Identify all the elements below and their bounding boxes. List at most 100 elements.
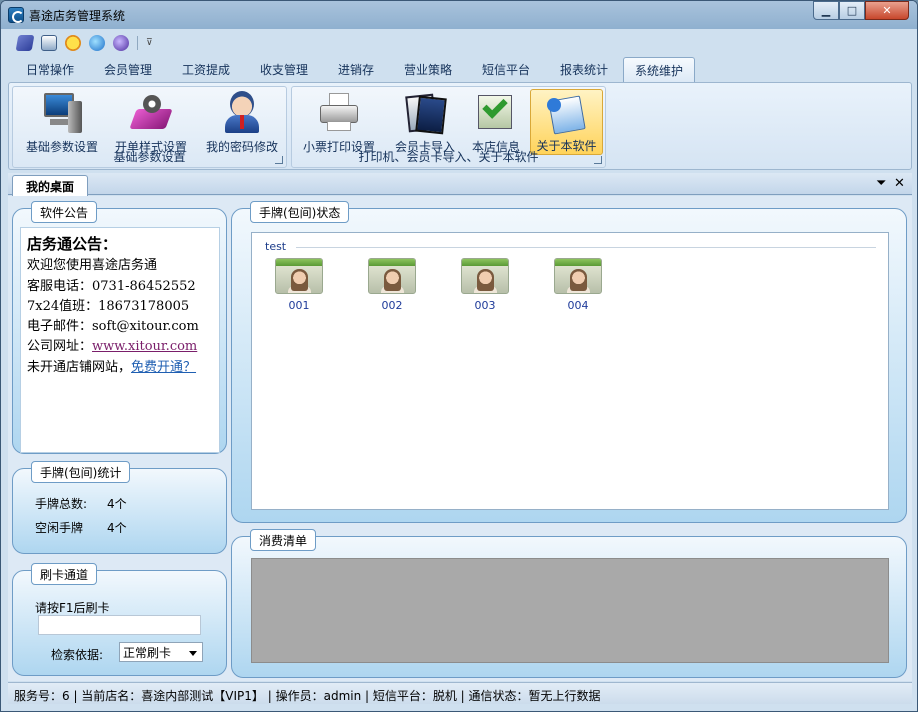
desktop-area: 软件公告 店务通公告： 欢迎您使用喜途店务通 客服电话：0731-8645255… (8, 196, 912, 681)
ribbon-group-basic-settings: 基础参数设置 开单样式设置 我的密码修改 基础参数设置 (12, 86, 287, 168)
tag-status-title: 手牌(包间)状态 (250, 201, 350, 223)
guest-avatar-icon (554, 258, 602, 294)
consumption-list[interactable] (251, 558, 889, 663)
computer-icon (40, 91, 84, 133)
group-divider (296, 247, 876, 248)
status-text: 服务号：6 | 当前店名：喜途内部测试【VIP1】 | 操作员：admin | … (14, 689, 601, 703)
card-channel-title: 刷卡通道 (31, 563, 98, 585)
card-import-icon (403, 91, 447, 135)
app-logo-icon (8, 7, 24, 23)
user-avatar-icon (220, 91, 264, 133)
idle-tags-label: 空闲手牌 (35, 521, 84, 535)
tab-reports[interactable]: 报表统计 (545, 57, 623, 82)
total-tags-label: 手牌总数: (35, 497, 88, 511)
tab-business-strategy[interactable]: 营业策略 (389, 57, 467, 82)
tag-number: 003 (474, 299, 496, 312)
search-basis-select[interactable]: 正常刷卡 (119, 642, 203, 662)
tab-member-management[interactable]: 会员管理 (89, 57, 167, 82)
tag-grid: test 001 002 003 004 (251, 232, 889, 510)
stats-panel: 手牌(包间)统计 手牌总数: 4个 空闲手牌 4个 (12, 461, 227, 554)
tag-item-001[interactable]: 001 (274, 258, 324, 318)
book-icon[interactable] (15, 35, 35, 51)
guest-avatar-icon (275, 258, 323, 294)
tab-system-maintenance[interactable]: 系统维护 (623, 57, 695, 82)
tag-item-004[interactable]: 004 (553, 258, 603, 318)
notice-line: 客服电话：0731-86452552 (27, 278, 196, 294)
website-row: 公司网址：www.xitour.com (27, 337, 213, 357)
tab-inventory[interactable]: 进销存 (323, 57, 389, 82)
ie-browser-icon[interactable] (89, 35, 105, 51)
ribbon-group-title: 基础参数设置 (113, 150, 186, 164)
printer-icon[interactable] (41, 35, 57, 51)
customize-toolbar-icon[interactable]: ⊽ (146, 38, 153, 48)
card-channel-panel: 刷卡通道 请按F1后刷卡 检索依据: 正常刷卡 (12, 563, 227, 676)
notice-panel-title: 软件公告 (31, 201, 98, 223)
card-number-input[interactable] (38, 615, 201, 635)
minimize-button[interactable]: ▁ (813, 1, 839, 20)
notice-line: 7x24值班：18673178005 (27, 298, 190, 314)
consumption-panel: 消费清单 (231, 529, 907, 678)
tag-item-003[interactable]: 003 (460, 258, 510, 318)
guest-avatar-icon (368, 258, 416, 294)
search-basis-value: 正常刷卡 (123, 645, 172, 660)
guest-avatar-icon (461, 258, 509, 294)
tab-list-dropdown-icon[interactable]: ⏷ (876, 176, 886, 191)
tab-income-expense[interactable]: 收支管理 (245, 57, 323, 82)
ribbon-group-printer-about: 小票打印设置 会员卡导入 本店信息 关于本软件 打印机、会员卡导入、关于本软件 (291, 86, 606, 168)
ribbon-panel: 基础参数设置 开单样式设置 我的密码修改 基础参数设置 小票打印设置 会员卡导入… (8, 82, 912, 170)
ribbon-group-title: 打印机、会员卡导入、关于本软件 (358, 150, 539, 164)
card-prompt: 请按F1后刷卡 (35, 601, 110, 615)
tag-number: 001 (288, 299, 310, 312)
quick-access-toolbar: ⊽ (11, 32, 181, 54)
maximize-button[interactable]: □ (839, 1, 865, 20)
notice-content: 店务通公告： 欢迎您使用喜途店务通 客服电话：0731-86452552 7x2… (20, 227, 220, 453)
member-card-import-button[interactable]: 会员卡导入 (388, 89, 462, 155)
notice-heading: 店务通公告： (27, 235, 118, 253)
shop-label: 未开通店铺网站， (27, 359, 132, 375)
store-info-button[interactable]: 本店信息 (464, 89, 528, 155)
status-bar: 服务号：6 | 当前店名：喜途内部测试【VIP1】 | 操作员：admin | … (8, 682, 912, 704)
notice-line: 电子邮件：soft@xitour.com (27, 319, 199, 335)
shop-row: 未开通店铺网站，免费开通？ (27, 358, 213, 378)
change-password-button[interactable]: 我的密码修改 (201, 89, 283, 155)
tab-sms-platform[interactable]: 短信平台 (467, 57, 545, 82)
window-title: 喜途店务管理系统 (29, 9, 126, 23)
order-style-button[interactable]: 开单样式设置 (111, 89, 191, 155)
dialog-launcher-icon[interactable] (275, 156, 283, 164)
close-button[interactable]: ✕ (865, 1, 909, 20)
printer-icon (317, 91, 361, 132)
ribbon-tabs: 日常操作 会员管理 工资提成 收支管理 进销存 营业策略 短信平台 报表统计 系… (11, 57, 695, 83)
consumption-title: 消费清单 (250, 529, 317, 551)
tag-item-002[interactable]: 002 (367, 258, 417, 318)
total-tags-value: 4个 (107, 497, 127, 511)
document-tab-strip: 我的桌面 ⏷ ✕ (8, 173, 912, 196)
total-tags-row: 手牌总数: 4个 (35, 495, 127, 512)
group-label: test (265, 240, 287, 253)
receipt-print-button[interactable]: 小票打印设置 (298, 89, 380, 155)
store-info-icon (474, 91, 518, 132)
tab-salary-commission[interactable]: 工资提成 (167, 57, 245, 82)
idle-tags-value: 4个 (107, 521, 127, 535)
close-tab-icon[interactable]: ✕ (894, 176, 905, 191)
website-label: 公司网址： (27, 339, 93, 355)
about-software-button[interactable]: 关于本软件 (530, 89, 603, 155)
template-settings-icon (129, 91, 173, 132)
notice-panel: 软件公告 店务通公告： 欢迎您使用喜途店务通 客服电话：0731-8645255… (12, 201, 227, 454)
tag-number: 004 (567, 299, 589, 312)
idle-tags-row: 空闲手牌 4个 (35, 519, 127, 536)
window-controls: ▁ □ ✕ (813, 1, 909, 21)
globe-icon[interactable] (113, 35, 129, 51)
basic-params-button[interactable]: 基础参数设置 (21, 89, 103, 155)
tab-daily-operations[interactable]: 日常操作 (11, 57, 89, 82)
dialog-launcher-icon[interactable] (594, 156, 602, 164)
about-icon (545, 92, 589, 135)
smiley-icon[interactable] (65, 35, 81, 51)
stats-panel-title: 手牌(包间)统计 (31, 461, 131, 483)
tab-my-desktop[interactable]: 我的桌面 (12, 175, 88, 196)
search-basis-label: 检索依据: (51, 648, 104, 662)
website-link[interactable]: www.xitour.com (92, 339, 197, 354)
chevron-down-icon (189, 651, 197, 656)
app-window: 喜途店务管理系统 ▁ □ ✕ ⊽ 日常操作 会员管理 工资提成 收支管理 进销存… (0, 0, 918, 712)
tag-number: 002 (381, 299, 403, 312)
free-open-link[interactable]: 免费开通？ (131, 360, 196, 375)
